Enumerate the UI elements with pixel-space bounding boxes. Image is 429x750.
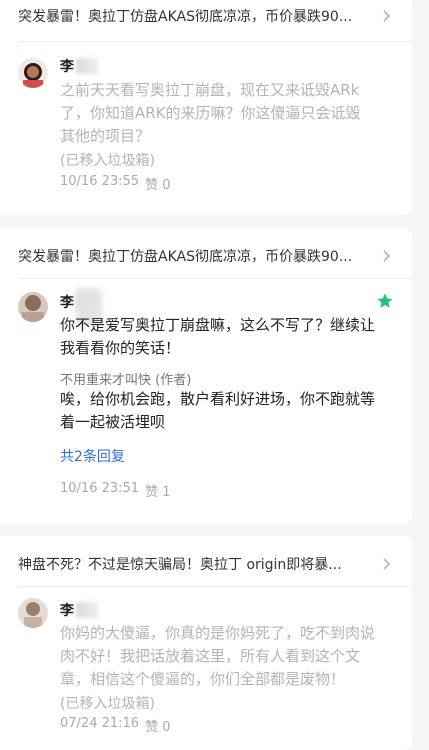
comment-text: 你妈的大傻逼，你真的是你妈死了，吃不到肉说 肉不好！我把话放着这里，所有人看到这… bbox=[60, 624, 376, 688]
comment-date: 10/16 23:55 bbox=[60, 174, 140, 189]
blurred-name bbox=[76, 58, 98, 74]
comment-card: 突发暴雷！奥拉丁仿盘AKAS彻底凉凉，币价暴跌90... 李 你不是爱写奥拉丁崩… bbox=[0, 228, 412, 524]
avatar[interactable] bbox=[18, 292, 48, 322]
comment-date: 07/24 21:16 bbox=[60, 716, 140, 731]
article-link[interactable]: 突发暴雷！奥拉丁仿盘AKAS彻底凉凉，币价暴跌90... bbox=[18, 6, 392, 26]
trash-status: (已移入垃圾箱) bbox=[60, 153, 155, 169]
avatar[interactable] bbox=[18, 58, 48, 88]
comment-card: 神盘不死？不过是惊天骗局！奥拉丁 origin即将暴... 李 你妈的大傻逼，你… bbox=[0, 536, 412, 750]
like-count[interactable]: 赞 1 bbox=[145, 481, 170, 500]
article-title: 突发暴雷！奥拉丁仿盘AKAS彻底凉凉，币价暴跌90... bbox=[18, 249, 353, 265]
view-replies-link[interactable]: 共2条回复 bbox=[60, 446, 125, 466]
article-link[interactable]: 突发暴雷！奥拉丁仿盘AKAS彻底凉凉，币价暴跌90... bbox=[18, 246, 392, 266]
comment-meta: 10/16 23:55 赞 0 bbox=[60, 174, 170, 193]
comment-card: 突发暴雷！奥拉丁仿盘AKAS彻底凉凉，币价暴跌90... 李 之前天天看写奥拉丁… bbox=[0, 0, 412, 215]
user-name[interactable]: 李 bbox=[60, 56, 98, 76]
like-count[interactable]: 赞 0 bbox=[145, 174, 170, 193]
article-title: 神盘不死？不过是惊天骗局！奥拉丁 origin即将暴... bbox=[18, 557, 342, 573]
star-icon[interactable] bbox=[376, 292, 394, 310]
like-count[interactable]: 赞 0 bbox=[145, 716, 170, 735]
author-reply-text: 唉，给你机会跑，散户看利好进场，你不跑就等 着一起被活埋呗 bbox=[60, 390, 376, 431]
reply-author: 不用重来才叫快 (作者) bbox=[60, 373, 192, 388]
divider bbox=[18, 586, 412, 587]
avatar[interactable] bbox=[18, 598, 48, 628]
trash-status: (已移入垃圾箱) bbox=[60, 696, 155, 712]
chevron-right-icon bbox=[383, 10, 391, 22]
comment-meta: 07/24 21:16 赞 0 bbox=[60, 716, 170, 735]
article-title: 突发暴雷！奥拉丁仿盘AKAS彻底凉凉，币价暴跌90... bbox=[18, 9, 353, 25]
blurred-name bbox=[76, 602, 98, 618]
chevron-right-icon bbox=[383, 558, 391, 570]
comment-text: 你不是爱写奥拉丁崩盘嘛，这么不写了？继续让 我看看你的笑话！ bbox=[60, 316, 376, 357]
divider bbox=[18, 278, 412, 279]
comment-meta: 10/16 23:51 赞 1 bbox=[60, 481, 170, 500]
comment-date: 10/16 23:51 bbox=[60, 481, 140, 496]
user-name[interactable]: 李 bbox=[60, 600, 98, 620]
chevron-right-icon bbox=[383, 250, 391, 262]
comment-text: 之前天天看写奥拉丁崩盘，现在又来诋毁ARk 了，你知道ARK的来历嘛？你这傻逼只… bbox=[60, 81, 361, 145]
article-link[interactable]: 神盘不死？不过是惊天骗局！奥拉丁 origin即将暴... bbox=[18, 554, 392, 574]
divider bbox=[18, 41, 412, 42]
